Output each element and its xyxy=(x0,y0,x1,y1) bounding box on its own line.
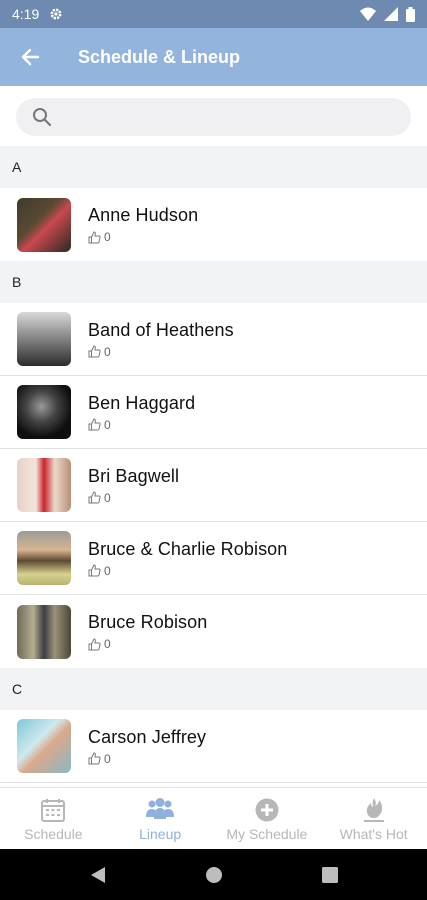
arrow-left-icon xyxy=(21,48,40,66)
like-count-value: 0 xyxy=(104,563,111,578)
like-count[interactable]: 0 xyxy=(88,491,179,505)
like-count-value: 0 xyxy=(104,637,111,651)
artist-photo xyxy=(17,458,71,512)
artist-photo xyxy=(17,604,71,659)
nav-back-icon[interactable] xyxy=(90,866,106,884)
people-icon xyxy=(146,797,175,819)
tab-lineup[interactable]: Lineup xyxy=(107,788,214,849)
artist-name: Bri Bagwell xyxy=(88,465,180,486)
artist-photo xyxy=(17,312,71,366)
like-count[interactable]: 0 xyxy=(88,418,195,432)
nav-home-icon[interactable] xyxy=(205,866,222,883)
artist-name: Ben Haggard xyxy=(88,392,196,413)
artist-photo xyxy=(17,197,71,252)
like-count-value: 0 xyxy=(104,417,111,432)
section-letter: C xyxy=(12,681,23,697)
section-header-a: A xyxy=(0,146,427,188)
artist-row-ben-haggard[interactable]: Ben Haggard 0 xyxy=(0,376,427,449)
artist-row-carson-jeffrey[interactable]: Carson Jeffrey 0 xyxy=(0,710,427,783)
thumbs-up-icon xyxy=(88,564,101,577)
section-letter: A xyxy=(12,159,22,175)
artist-list[interactable]: A Anne Hudson 0 B Band of Heathens 0 Ben… xyxy=(0,146,427,787)
tab-label: What's Hot xyxy=(339,825,408,842)
app-bar: Schedule & Lineup xyxy=(0,28,427,86)
status-time: 4:19 xyxy=(12,6,40,22)
tab-label: Schedule xyxy=(24,825,83,842)
section-header-c: C xyxy=(0,668,427,710)
artist-photo xyxy=(17,719,71,773)
artist-row-bri-bagwell[interactable]: Bri Bagwell 0 xyxy=(0,449,427,522)
tab-schedule[interactable]: Schedule xyxy=(0,788,107,849)
like-count[interactable]: 0 xyxy=(88,230,198,244)
thumbs-up-icon xyxy=(88,752,101,765)
like-count-value: 0 xyxy=(104,230,111,244)
artist-row-bruce-robison[interactable]: Bruce Robison 0 xyxy=(0,595,427,668)
signal-icon xyxy=(384,7,398,21)
like-count[interactable]: 0 xyxy=(88,345,234,359)
thumbs-up-icon xyxy=(88,491,101,504)
nav-recents-icon[interactable] xyxy=(321,866,338,883)
plus-circle-icon xyxy=(255,798,279,821)
thumbs-up-icon xyxy=(88,637,101,650)
like-count[interactable]: 0 xyxy=(88,752,206,766)
artist-name: Band of Heathens xyxy=(88,319,234,340)
tab-label: My Schedule xyxy=(226,825,308,842)
system-navigation-bar xyxy=(0,849,427,900)
artist-name: Carson Jeffrey xyxy=(88,726,207,747)
section-letter: B xyxy=(12,274,22,290)
like-count[interactable]: 0 xyxy=(88,564,287,578)
tab-whats-hot[interactable]: What's Hot xyxy=(320,788,427,849)
like-count-value: 0 xyxy=(104,344,111,359)
tab-label: Lineup xyxy=(139,825,182,842)
like-count-value: 0 xyxy=(104,751,111,766)
artist-photo xyxy=(17,531,71,585)
artist-name: Anne Hudson xyxy=(88,205,199,225)
back-button[interactable] xyxy=(0,28,60,86)
artist-photo xyxy=(17,385,71,439)
wifi-icon xyxy=(360,7,376,21)
like-count-value: 0 xyxy=(104,490,111,505)
search-icon xyxy=(33,108,52,127)
thumbs-up-icon xyxy=(88,230,101,243)
status-bar: 4:19 xyxy=(0,0,427,28)
section-header-b: B xyxy=(0,261,427,303)
artist-row-bruce-charlie-robison[interactable]: Bruce & Charlie Robison 0 xyxy=(0,522,427,595)
thumbs-up-icon xyxy=(88,345,101,358)
settings-gear-icon xyxy=(50,8,62,20)
artist-row-anne-hudson[interactable]: Anne Hudson 0 xyxy=(0,188,427,261)
page-title: Schedule & Lineup xyxy=(78,46,241,67)
artist-row-band-of-heathens[interactable]: Band of Heathens 0 xyxy=(0,303,427,376)
tab-my-schedule[interactable]: My Schedule xyxy=(214,788,321,849)
like-count[interactable]: 0 xyxy=(88,637,207,651)
flame-icon xyxy=(363,797,384,822)
search-container xyxy=(0,86,427,146)
artist-name: Bruce & Charlie Robison xyxy=(88,538,288,559)
thumbs-up-icon xyxy=(88,418,101,431)
search-bar[interactable] xyxy=(16,98,411,136)
bottom-tab-bar: Schedule Lineup My Schedule What's Hot xyxy=(0,787,427,849)
search-input[interactable] xyxy=(62,108,382,126)
artist-name: Bruce Robison xyxy=(88,612,208,632)
calendar-icon xyxy=(41,798,66,822)
battery-icon xyxy=(406,6,415,22)
